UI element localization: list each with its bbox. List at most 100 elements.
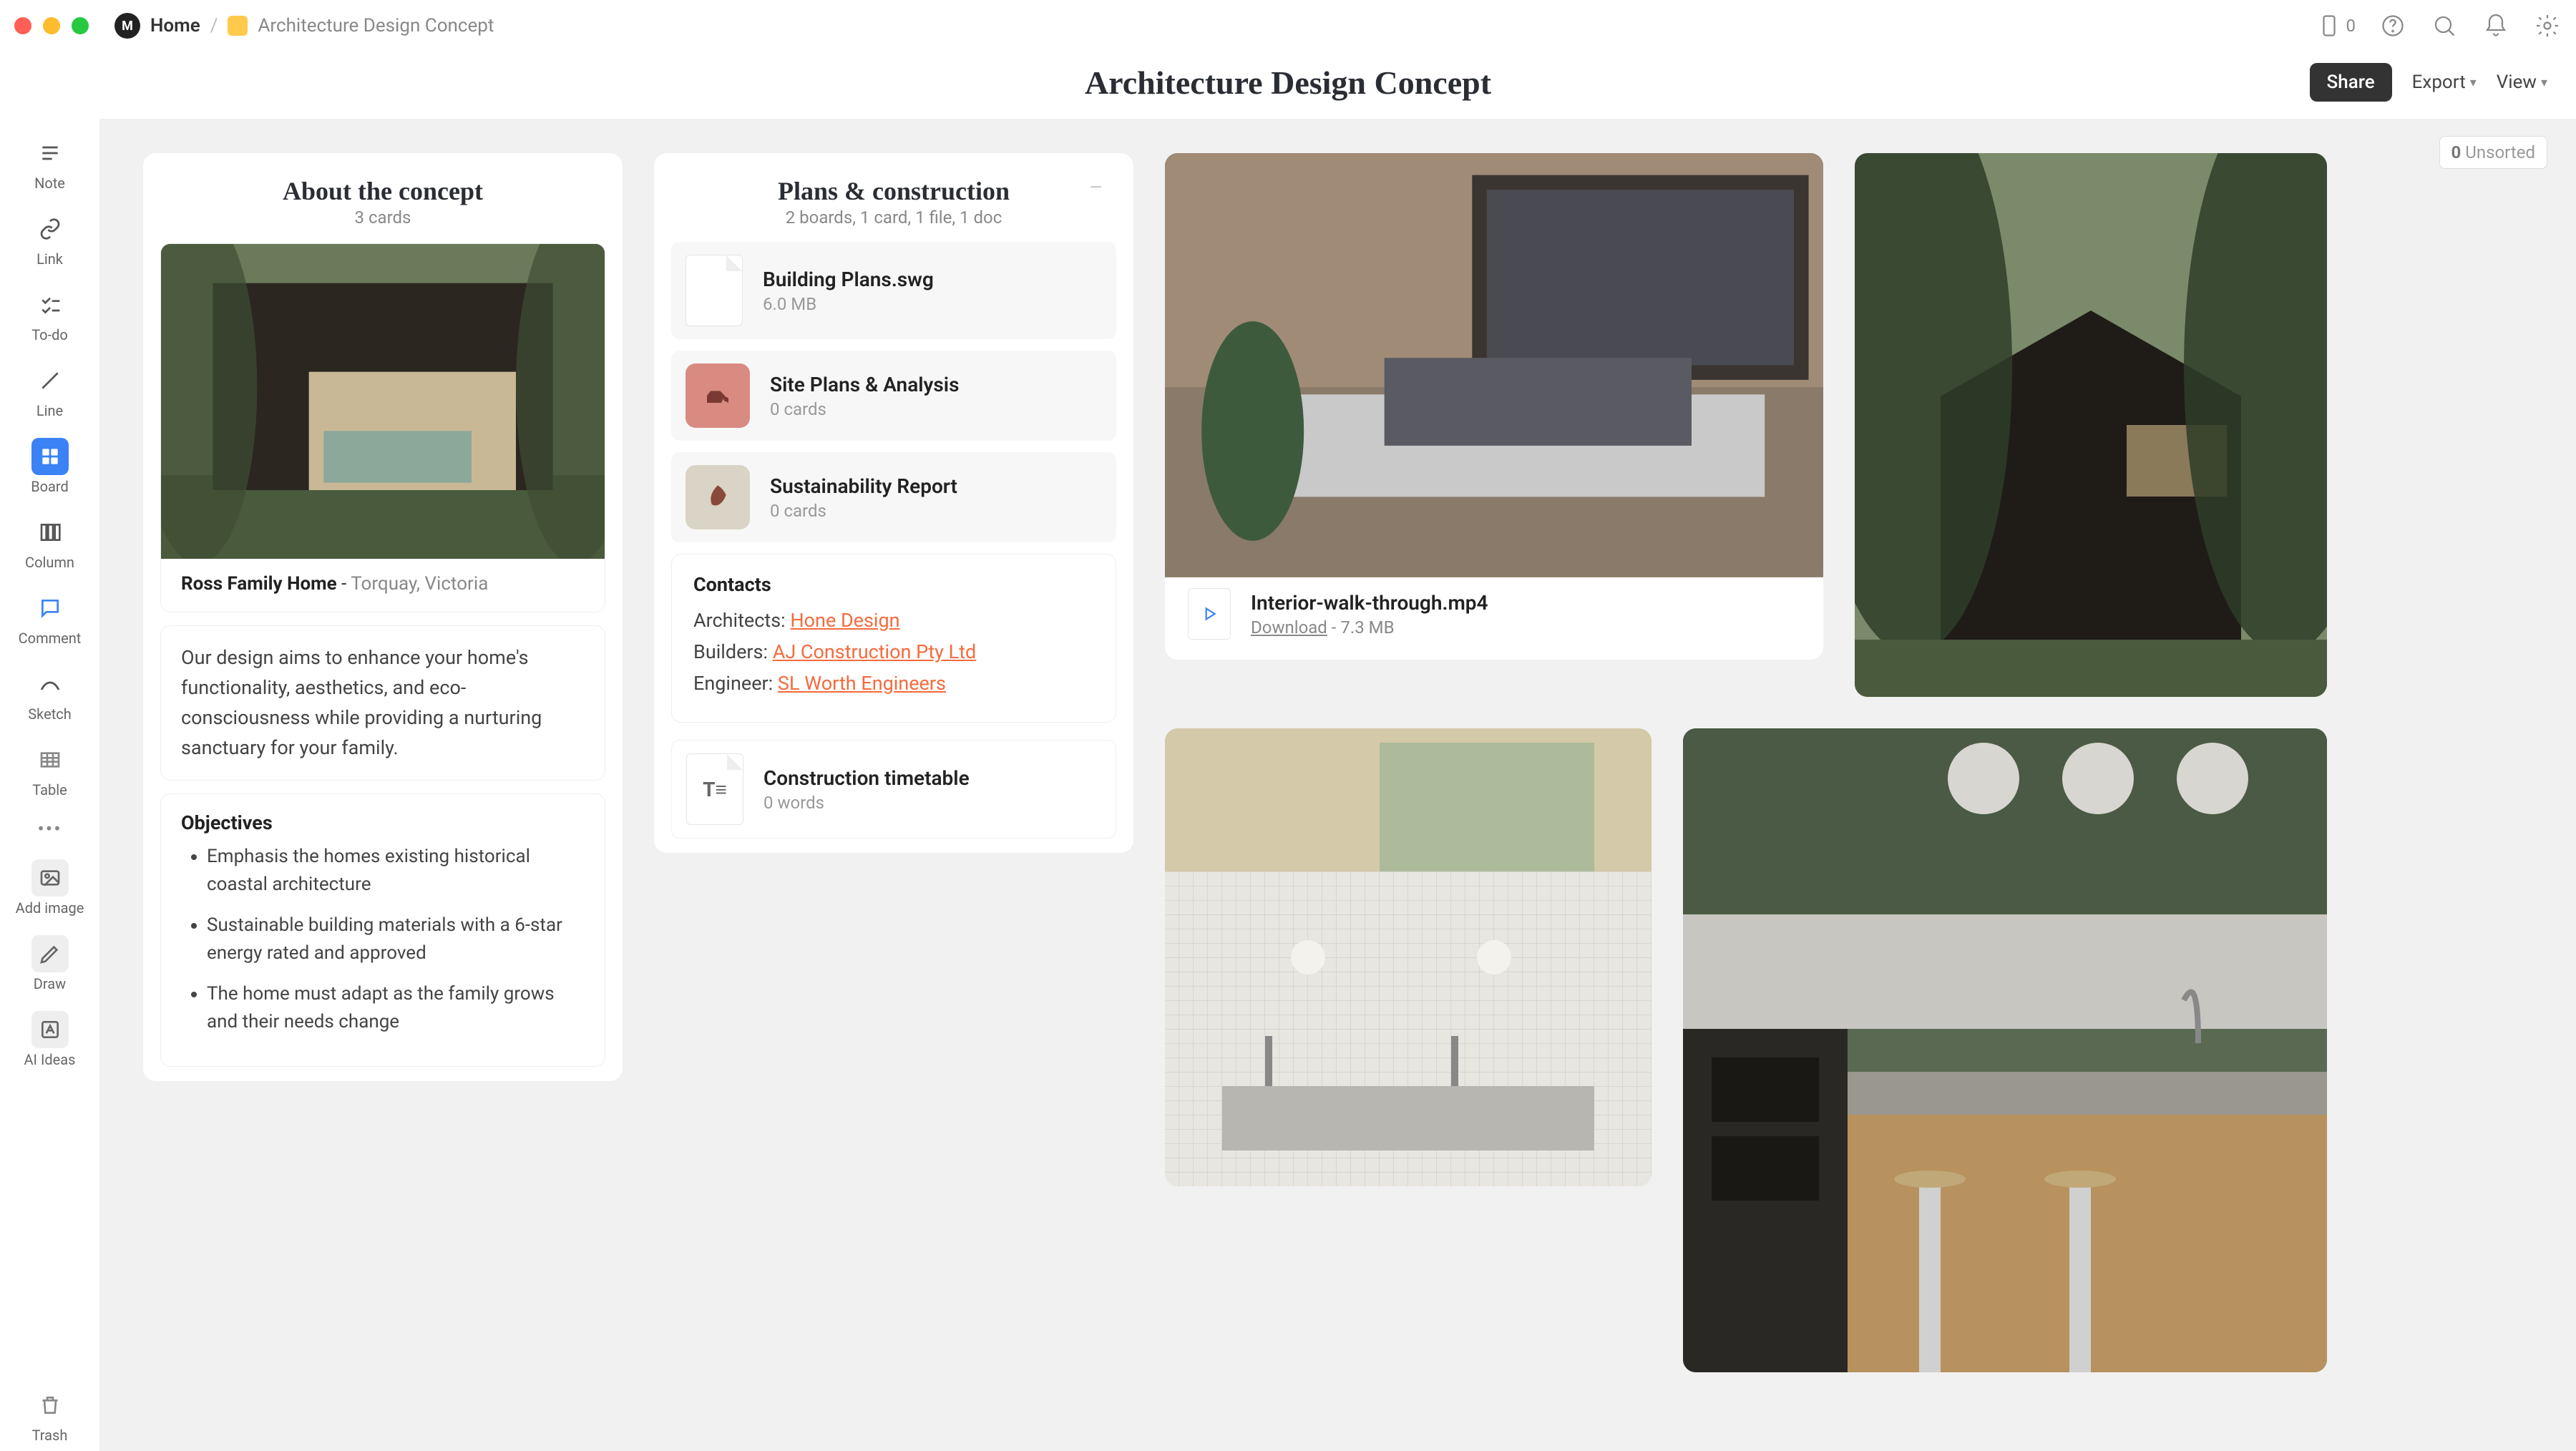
download-link[interactable]: Download — [1251, 617, 1327, 637]
column-header[interactable]: About the concept 3 cards — [160, 167, 605, 230]
tool-ai-ideas[interactable]: AI Ideas — [0, 1004, 99, 1075]
doc-name: Construction timetable — [763, 766, 970, 790]
unsorted-label: Unsorted — [2465, 142, 2535, 162]
tool-draw[interactable]: Draw — [0, 928, 99, 1000]
chevron-down-icon: ▾ — [2470, 75, 2477, 90]
unsorted-count: 0 — [2451, 142, 2462, 162]
column-icon — [31, 514, 69, 551]
video-meta: Interior-walk-through.mp4 Download - 7.3… — [1165, 568, 1823, 660]
more-icon: ••• — [37, 817, 62, 841]
project-image — [161, 244, 605, 559]
excavator-icon — [686, 363, 750, 428]
device-sync-button[interactable]: 0 — [2315, 11, 2356, 40]
breadcrumb-current[interactable]: Architecture Design Concept — [258, 15, 494, 36]
tool-note[interactable]: Note — [0, 127, 99, 199]
window-controls — [14, 17, 89, 34]
video-file-icon — [1188, 588, 1231, 640]
tool-more[interactable]: ••• — [0, 810, 99, 848]
board-name: Site Plans & Analysis — [770, 373, 959, 396]
project-caption: Ross Family Home - Torquay, Victoria — [161, 559, 605, 612]
project-title: Ross Family Home — [181, 573, 337, 595]
tool-board[interactable]: Board — [0, 431, 99, 502]
tool-add-image[interactable]: Add image — [0, 852, 99, 924]
card-project[interactable]: Ross Family Home - Torquay, Victoria — [160, 243, 605, 612]
doc-construction-timetable[interactable]: T≡ Construction timetable 0 words — [671, 740, 1116, 839]
page-title[interactable]: Architecture Design Concept — [1085, 64, 1491, 102]
contact-engineer: Engineer: SL Worth Engineers — [693, 672, 1094, 695]
minimize-window-button[interactable] — [43, 17, 60, 34]
video-card[interactable]: Interior-walk-through.mp4 Download - 7.3… — [1165, 153, 1823, 660]
note-icon — [31, 135, 69, 172]
settings-icon[interactable] — [2533, 11, 2562, 40]
maximize-window-button[interactable] — [72, 17, 89, 34]
column-about[interactable]: About the concept 3 cards — [143, 153, 623, 1081]
board-icon — [31, 438, 69, 475]
unsorted-badge[interactable]: 0 Unsorted — [2439, 136, 2547, 169]
list-item: Emphasis the homes existing historical c… — [207, 843, 585, 899]
tool-link[interactable]: Link — [0, 203, 99, 275]
view-dropdown[interactable]: View ▾ — [2497, 72, 2547, 93]
comment-icon — [31, 590, 69, 627]
board-site-plans[interactable]: Site Plans & Analysis 0 cards — [671, 351, 1116, 441]
export-label: Export — [2412, 72, 2466, 93]
tool-column[interactable]: Column — [0, 507, 99, 578]
folder-icon — [228, 16, 248, 36]
app-home-icon[interactable]: M — [114, 13, 140, 39]
column-subtitle: 2 boards, 1 card, 1 file, 1 doc — [671, 207, 1116, 228]
link-architects[interactable]: Hone Design — [790, 609, 899, 632]
help-icon[interactable] — [2379, 11, 2407, 40]
titlebar: M Home / Architecture Design Concept 0 — [0, 0, 2576, 52]
image-tile-cabin-exterior[interactable] — [1855, 153, 2327, 697]
image-icon — [31, 859, 69, 897]
video-thumbnail[interactable] — [1165, 153, 1823, 568]
breadcrumb-home[interactable]: Home — [150, 15, 200, 36]
board-canvas[interactable]: 0 Unsorted About the concept 3 cards — [100, 119, 2576, 1451]
share-button[interactable]: Share — [2310, 63, 2392, 102]
tool-line[interactable]: Line — [0, 355, 99, 426]
contacts-header: Contacts — [693, 573, 1094, 596]
collapse-icon[interactable]: — — [1090, 179, 1102, 197]
link-builders[interactable]: AJ Construction Pty Ltd — [773, 640, 977, 663]
card-contacts[interactable]: Contacts Architects: Hone Design Builder… — [671, 554, 1116, 723]
tool-trash[interactable]: Trash — [0, 1379, 99, 1451]
file-name: Building Plans.swg — [763, 268, 934, 291]
close-window-button[interactable] — [14, 17, 31, 34]
notifications-icon[interactable] — [2482, 11, 2510, 40]
contact-builders: Builders: AJ Construction Pty Ltd — [693, 640, 1094, 663]
tool-sketch[interactable]: Sketch — [0, 658, 99, 730]
tool-table[interactable]: Table — [0, 734, 99, 806]
video-filename: Interior-walk-through.mp4 — [1251, 591, 1488, 615]
toolbar-sidebar: Note Link To-do Line Board Column — [0, 119, 100, 1451]
table-icon — [31, 741, 69, 778]
card-body[interactable]: Our design aims to enhance your home's f… — [160, 625, 605, 781]
tool-comment[interactable]: Comment — [0, 582, 99, 654]
card-objectives[interactable]: Objectives Emphasis the homes existing h… — [160, 793, 605, 1067]
file-building-plans[interactable]: Building Plans.swg 6.0 MB — [671, 242, 1116, 339]
chevron-down-icon: ▾ — [2541, 75, 2547, 90]
column-title: About the concept — [160, 176, 605, 206]
doc-meta: 0 words — [763, 793, 970, 813]
column-subtitle: 3 cards — [160, 207, 605, 228]
link-icon — [31, 210, 69, 248]
image-tile-bathroom[interactable] — [1165, 728, 1652, 1186]
video-size: 7.3 MB — [1340, 617, 1394, 637]
export-dropdown[interactable]: Export ▾ — [2412, 72, 2477, 93]
objectives-title: Objectives — [181, 811, 585, 834]
body-text: Our design aims to enhance your home's f… — [181, 643, 585, 763]
link-engineer[interactable]: SL Worth Engineers — [778, 672, 946, 695]
device-count: 0 — [2346, 16, 2356, 36]
line-icon — [31, 362, 69, 399]
column-plans[interactable]: Plans & construction 2 boards, 1 card, 1… — [654, 153, 1133, 853]
board-sustainability[interactable]: Sustainability Report 0 cards — [671, 452, 1116, 542]
trash-icon — [31, 1387, 69, 1424]
list-item: The home must adapt as the family grows … — [207, 980, 585, 1036]
column-header[interactable]: Plans & construction 2 boards, 1 card, 1… — [671, 167, 1116, 230]
tool-todo[interactable]: To-do — [0, 279, 99, 351]
breadcrumb: M Home / Architecture Design Concept — [114, 13, 494, 39]
ai-icon — [31, 1011, 69, 1048]
breadcrumb-separator: / — [210, 15, 218, 36]
image-tile-kitchen[interactable] — [1683, 728, 2327, 1372]
board-meta: 0 cards — [770, 501, 957, 521]
search-icon[interactable] — [2430, 11, 2459, 40]
page-header: Architecture Design Concept Share Export… — [0, 52, 2576, 119]
